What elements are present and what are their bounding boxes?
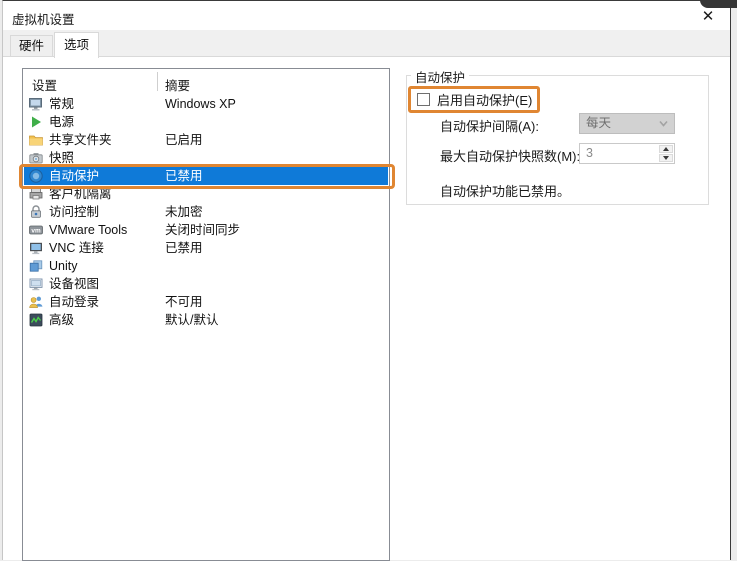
list-item-label: 常规: [49, 97, 75, 111]
settings-list: 设置 摘要 常规 Windows XP 电源 共享文件夹 已启用 快照 自动保护 已禁用 客户机…: [22, 68, 390, 561]
checkbox-box: [417, 92, 430, 106]
vnc-icon: [28, 240, 44, 256]
max-snapshots-input[interactable]: 3: [579, 143, 675, 164]
column-header-summary: 摘要: [165, 79, 191, 93]
list-item-summary: 关闭时间同步: [165, 223, 241, 237]
spinner-down-button[interactable]: [659, 154, 673, 162]
guest-isolation-icon: [28, 186, 44, 202]
list-item-label: Unity: [49, 259, 78, 273]
interval-value: 每天: [586, 116, 612, 130]
groupbox-title: 自动保护: [411, 67, 470, 86]
camera-icon: [28, 150, 44, 166]
list-item-summary: 已禁用: [165, 169, 203, 183]
list-item-label: VNC 连接: [49, 241, 104, 255]
list-item-summary: Windows XP: [165, 97, 236, 111]
list-item-summary: 已启用: [165, 133, 203, 147]
interval-dropdown[interactable]: 每天: [579, 113, 675, 134]
autologin-icon: [28, 294, 44, 310]
list-item[interactable]: 高级 默认/默认: [24, 311, 388, 329]
folder-icon: [28, 132, 44, 148]
chevron-down-icon: [658, 118, 669, 129]
list-item-label: 客户机隔离: [49, 187, 112, 201]
list-item-label: VMware Tools: [49, 223, 128, 237]
list-item-label: 自动登录: [49, 295, 100, 309]
spinner-up-button[interactable]: [659, 145, 673, 153]
triangle-down-icon: [663, 156, 669, 160]
lock-icon: [28, 204, 44, 220]
list-item[interactable]: 常规 Windows XP: [24, 95, 388, 113]
autoprotect-icon: [28, 168, 44, 184]
screen-corner-artifact: [700, 0, 737, 8]
monitor-icon: [28, 96, 44, 112]
power-icon: [28, 114, 44, 130]
max-snapshots-label: 最大自动保护快照数(M):: [440, 149, 581, 164]
list-item-label: 高级: [49, 313, 75, 327]
list-item[interactable]: 自动登录 不可用: [24, 293, 388, 311]
max-snapshots-value: 3: [586, 146, 593, 160]
triangle-up-icon: [663, 147, 669, 151]
column-divider: [157, 72, 158, 91]
close-icon: ✕: [701, 8, 715, 25]
tab-options[interactable]: 选项: [54, 32, 99, 58]
device-view-icon: [28, 276, 44, 292]
vmware-tools-icon: vm: [28, 222, 44, 238]
list-item-label: 自动保护: [49, 169, 100, 183]
column-header-settings: 设置: [32, 79, 58, 93]
title-bar: 虚拟机设置: [3, 1, 730, 30]
list-item[interactable]: 访问控制 未加密: [24, 203, 388, 221]
advanced-icon: [28, 312, 44, 328]
checkbox-label: 启用自动保护(E): [437, 92, 533, 108]
list-item-summary: 默认/默认: [165, 313, 219, 327]
close-button[interactable]: ✕: [696, 5, 720, 27]
tab-hardware[interactable]: 硬件: [10, 35, 53, 56]
interval-label: 自动保护间隔(A):: [440, 119, 539, 134]
unity-icon: [28, 258, 44, 274]
svg-text:vm: vm: [31, 228, 41, 235]
list-item[interactable]: VNC 连接 已禁用: [24, 239, 388, 257]
list-item[interactable]: 电源: [24, 113, 388, 131]
vm-settings-dialog: 虚拟机设置 ✕ 硬件 选项 设置 摘要 常规 Windows XP 电源 共享文件夹已…: [0, 0, 737, 561]
list-item-label: 快照: [49, 151, 75, 165]
window-title: 虚拟机设置: [12, 13, 75, 27]
list-item-label: 设备视图: [49, 277, 100, 291]
spinner-controls: [659, 145, 673, 162]
list-item-summary: 不可用: [165, 295, 203, 309]
list-item[interactable]: Unity: [24, 257, 388, 275]
list-item-summary: 未加密: [165, 205, 203, 219]
list-item[interactable]: 共享文件夹 已启用: [24, 131, 388, 149]
tab-bar: 硬件 选项: [3, 30, 730, 58]
list-item[interactable]: vm VMware Tools 关闭时间同步: [24, 221, 388, 239]
enable-autoprotect-checkbox[interactable]: 启用自动保护(E): [417, 92, 533, 108]
list-item-label: 访问控制: [49, 205, 100, 219]
list-item[interactable]: 快照: [24, 149, 388, 167]
list-item-label: 电源: [49, 115, 75, 129]
list-item-label: 共享文件夹: [49, 133, 112, 147]
list-item-selected[interactable]: 自动保护 已禁用: [24, 167, 388, 185]
list-item-summary: 已禁用: [165, 241, 203, 255]
autoprotect-status-text: 自动保护功能已禁用。: [440, 184, 571, 199]
list-item[interactable]: 设备视图: [24, 275, 388, 293]
list-item[interactable]: 客户机隔离: [24, 185, 388, 203]
